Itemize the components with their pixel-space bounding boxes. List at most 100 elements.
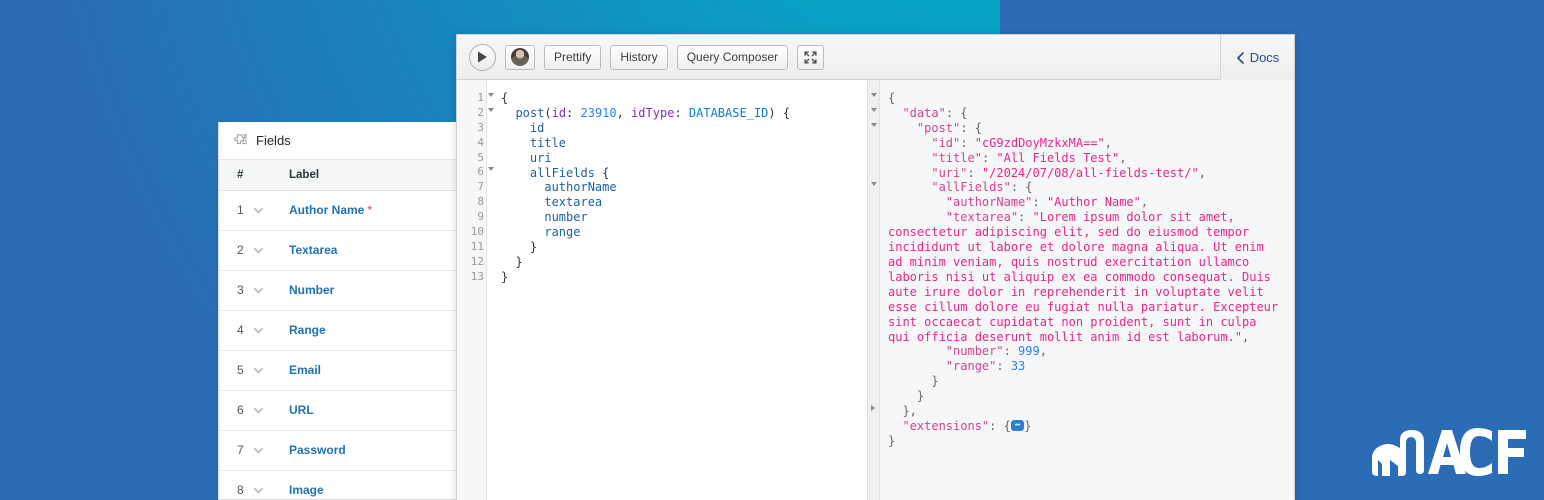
field-row-toggle[interactable] — [253, 390, 287, 431]
field-row-label-cell[interactable]: Email — [287, 350, 457, 391]
fold-arrow-icon[interactable] — [488, 93, 494, 97]
gutter-line-6: 6 — [457, 165, 494, 180]
fields-panel-header: Fields — [219, 122, 457, 160]
fullscreen-icon — [804, 50, 817, 64]
gutter-line-13: 13 — [470, 269, 484, 283]
table-row[interactable]: 7 Password — [219, 430, 457, 471]
field-label-link[interactable]: Author Name — [289, 203, 364, 217]
table-row[interactable]: 4 Range — [219, 310, 457, 351]
gutter-line-3: 3 — [477, 120, 484, 134]
field-label-link[interactable]: Email — [289, 363, 321, 377]
table-row[interactable]: 3 Number — [219, 270, 457, 311]
column-header-label: Label — [287, 160, 457, 191]
fold-arrow-icon[interactable] — [488, 167, 494, 172]
field-row-toggle[interactable] — [253, 190, 287, 231]
field-row-number: 4 — [219, 310, 253, 351]
puzzle-piece-icon — [234, 134, 247, 145]
field-row-number: 8 — [219, 470, 253, 499]
acf-logo-mark — [1372, 428, 1526, 476]
result-fold-extensions[interactable] — [871, 405, 875, 411]
docs-label: Docs — [1249, 50, 1280, 65]
chevron-down-icon[interactable] — [253, 205, 264, 216]
prettify-button[interactable]: Prettify — [544, 44, 602, 70]
gutter-line-2: 2 — [457, 106, 494, 121]
fullscreen-button[interactable] — [797, 44, 825, 70]
field-row-label-cell[interactable]: Password — [287, 430, 457, 471]
field-row-toggle[interactable] — [253, 230, 287, 271]
fields-table-body: 1 Author Name * 2 Textarea 3 Number 4 Range 5 Emai… — [219, 190, 457, 499]
chevron-down-icon[interactable] — [253, 485, 264, 496]
field-label-link[interactable]: Password — [289, 443, 346, 457]
fold-arrow-icon[interactable] — [488, 107, 494, 112]
fields-panel-title: Fields — [256, 133, 291, 148]
required-indicator: * — [367, 203, 373, 217]
fields-table-header-row: # Label — [219, 160, 457, 191]
field-label-link[interactable]: URL — [289, 403, 314, 417]
field-row-label-cell[interactable]: Textarea — [287, 230, 457, 271]
field-row-number: 7 — [219, 430, 253, 471]
result-fold-data[interactable] — [871, 108, 877, 112]
query-editor-code[interactable]: { post(id: 23910, idType: DATABASE_ID) {… — [487, 80, 867, 500]
expand-extensions-badge[interactable]: ↔ — [1010, 419, 1025, 431]
table-row[interactable]: 6 URL — [219, 390, 457, 431]
chevron-down-icon[interactable] — [253, 245, 264, 256]
field-row-label-cell[interactable]: Image — [287, 470, 457, 499]
graphiql-panes: 1 2 3 4 5 6 7 8 9 10 11 12 13 { post(id: 23910, idTy… — [457, 80, 1294, 500]
graphiql-toolbar: Prettify History Query Composer Docs — [457, 35, 1294, 80]
avatar — [511, 48, 529, 66]
history-button[interactable]: History — [610, 44, 668, 70]
field-row-label-cell[interactable]: URL — [287, 390, 457, 431]
field-row-label-cell[interactable]: Range — [287, 310, 457, 351]
result-viewer-code: { "data": { "post": { "id": "cG9zdDoyMzk… — [888, 91, 1286, 448]
field-row-label-cell[interactable]: Author Name * — [287, 190, 457, 231]
result-viewer-gutter — [868, 80, 880, 500]
field-row-toggle[interactable] — [253, 470, 287, 499]
field-label-link[interactable]: Number — [289, 283, 334, 297]
gutter-line-8: 8 — [477, 195, 484, 209]
toolbar-left-group: Prettify History Query Composer — [469, 43, 825, 71]
query-composer-button[interactable]: Query Composer — [676, 44, 789, 70]
gutter-line-9: 9 — [477, 210, 484, 224]
gutter-line-5: 5 — [477, 150, 484, 164]
result-fold-root[interactable] — [871, 93, 877, 97]
field-row-number: 1 — [219, 190, 253, 231]
chevron-left-icon — [1236, 51, 1244, 64]
field-label-link[interactable]: Range — [289, 323, 326, 337]
table-row[interactable]: 1 Author Name * — [219, 190, 457, 231]
field-row-toggle[interactable] — [253, 310, 287, 351]
column-header-number: # — [219, 160, 253, 191]
field-row-toggle[interactable] — [253, 270, 287, 311]
field-row-number: 3 — [219, 270, 253, 311]
gutter-line-12: 12 — [470, 254, 484, 268]
gutter-line-1: 1 — [457, 91, 494, 106]
table-row[interactable]: 8 Image — [219, 470, 457, 499]
field-row-number: 2 — [219, 230, 253, 271]
result-viewer-pane[interactable]: { "data": { "post": { "id": "cG9zdDoyMzk… — [868, 80, 1294, 500]
field-row-toggle[interactable] — [253, 350, 287, 391]
query-editor-pane[interactable]: 1 2 3 4 5 6 7 8 9 10 11 12 13 { post(id: 23910, idTy… — [457, 80, 868, 500]
gutter-line-10: 10 — [470, 225, 484, 239]
result-fold-post[interactable] — [871, 123, 877, 127]
graphiql-window: Prettify History Query Composer Docs 1 2… — [456, 34, 1295, 500]
field-row-number: 6 — [219, 390, 253, 431]
field-row-number: 5 — [219, 350, 253, 391]
table-row[interactable]: 2 Textarea — [219, 230, 457, 271]
gutter-line-7: 7 — [477, 180, 484, 194]
docs-button[interactable]: Docs — [1220, 35, 1294, 80]
chevron-down-icon[interactable] — [253, 325, 264, 336]
table-row[interactable]: 5 Email — [219, 350, 457, 391]
result-fold-allfields[interactable] — [871, 182, 877, 186]
field-row-label-cell[interactable]: Number — [287, 270, 457, 311]
execute-query-button[interactable] — [469, 43, 496, 71]
field-label-link[interactable]: Image — [289, 483, 324, 497]
chevron-down-icon[interactable] — [253, 405, 264, 416]
chevron-down-icon[interactable] — [253, 285, 264, 296]
gutter-line-4: 4 — [477, 135, 484, 149]
field-label-link[interactable]: Textarea — [289, 243, 337, 257]
column-header-handle — [253, 160, 287, 191]
field-row-toggle[interactable] — [253, 430, 287, 471]
user-avatar-button[interactable] — [505, 44, 535, 70]
chevron-down-icon[interactable] — [253, 445, 264, 456]
fields-table-head: # Label — [219, 160, 457, 191]
chevron-down-icon[interactable] — [253, 365, 264, 376]
